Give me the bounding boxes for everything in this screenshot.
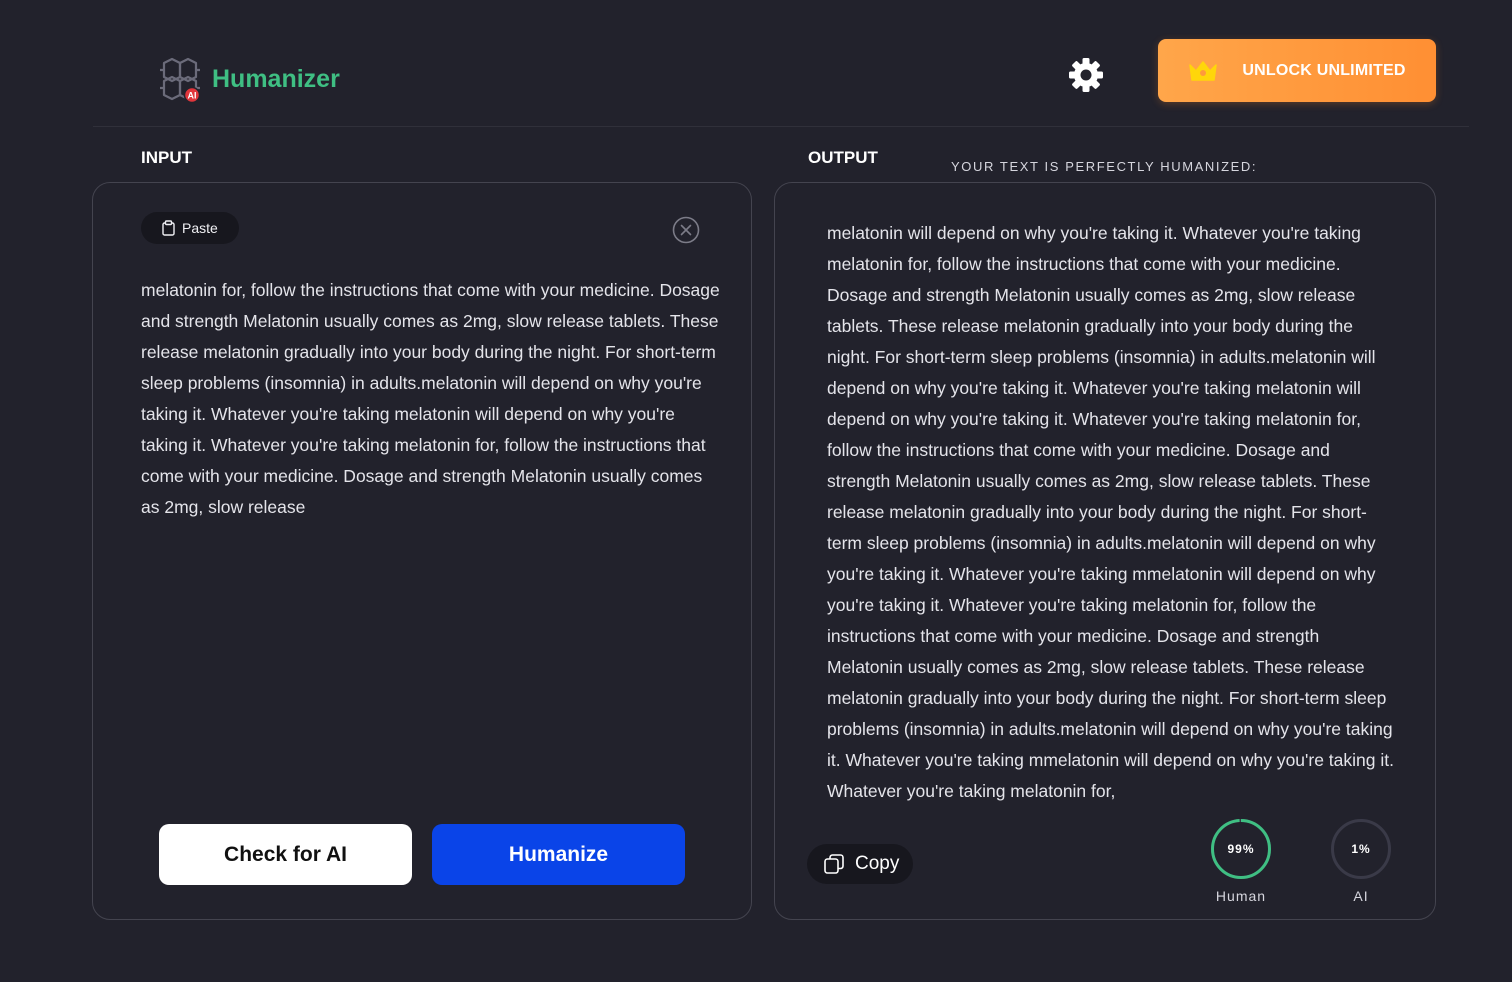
check-for-ai-button[interactable]: Check for AI: [159, 824, 412, 885]
humanized-status-text: YOUR TEXT IS PERFECTLY HUMANIZED:: [951, 159, 1258, 174]
app-logo[interactable]: AI Humanizer: [158, 55, 340, 104]
output-section-title: OUTPUT: [808, 148, 878, 167]
human-score-gauge: 99%: [1210, 818, 1272, 880]
copy-button[interactable]: Copy: [807, 844, 913, 884]
unlock-unlimited-button[interactable]: UNLOCK UNLIMITED: [1158, 39, 1436, 102]
brain-logo-icon: AI: [158, 55, 204, 104]
output-panel: melatonin will depend on why you're taki…: [774, 182, 1436, 920]
header-divider: [93, 126, 1469, 127]
ai-score-label: AI: [1353, 888, 1369, 904]
human-score-label: Human: [1215, 888, 1267, 904]
paste-label: Paste: [182, 220, 218, 236]
copy-label: Copy: [855, 853, 900, 874]
ai-score-value: 1%: [1351, 842, 1371, 856]
humanize-button[interactable]: Humanize: [432, 824, 685, 885]
input-textarea[interactable]: melatonin for, follow the instructions t…: [141, 275, 721, 523]
settings-gear-icon[interactable]: [1067, 56, 1105, 94]
paste-button[interactable]: Paste: [141, 212, 239, 244]
copy-icon: [824, 854, 844, 874]
unlock-label: UNLOCK UNLIMITED: [1242, 61, 1406, 79]
clear-input-icon[interactable]: [672, 216, 700, 244]
clipboard-icon: [162, 220, 175, 236]
crown-icon: [1189, 60, 1218, 81]
ai-score-gauge: 1%: [1330, 818, 1392, 880]
brand-name: Humanizer: [212, 64, 340, 93]
human-score-value: 99%: [1227, 842, 1255, 856]
input-section-title: INPUT: [141, 148, 192, 167]
output-text: melatonin will depend on why you're taki…: [827, 223, 1394, 801]
input-panel: Paste melatonin for, follow the instruct…: [92, 182, 752, 920]
svg-text:AI: AI: [188, 91, 197, 101]
